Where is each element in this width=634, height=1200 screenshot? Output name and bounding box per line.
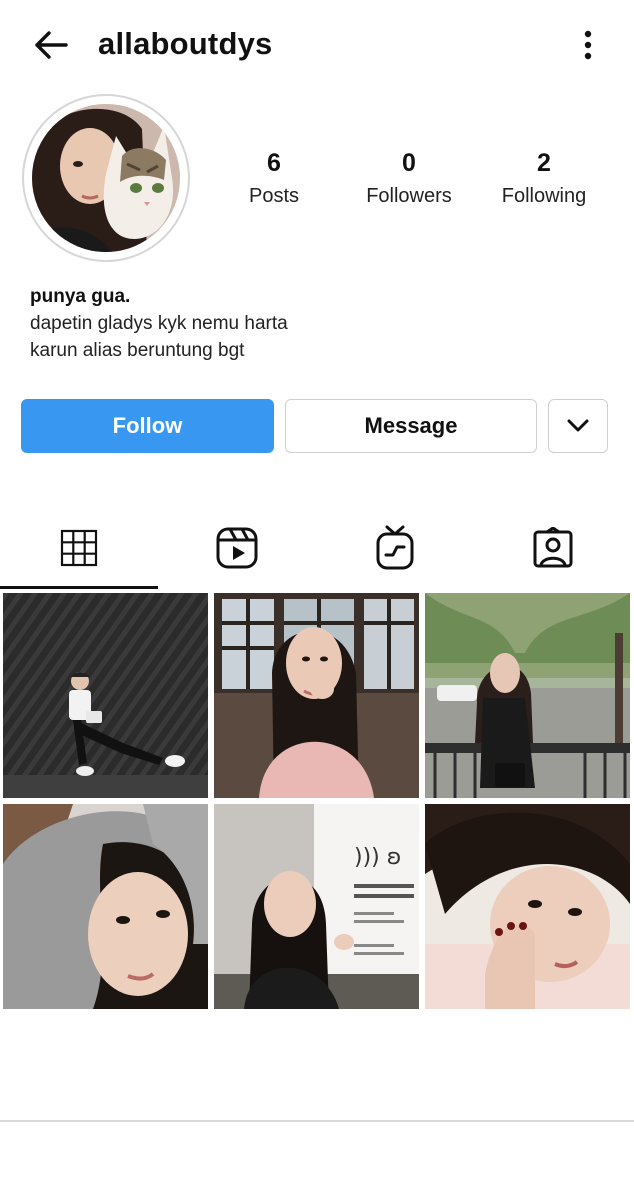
selected-tab-indicator (0, 586, 158, 589)
svg-text:))) ʚ: ))) ʚ (354, 845, 401, 870)
posts-count: 6 (267, 149, 281, 177)
tab-posts-grid[interactable] (0, 506, 158, 590)
tab-reels[interactable] (158, 506, 316, 590)
profile-tabs (0, 506, 634, 590)
profile-display-name: punya gua. (30, 286, 131, 307)
followers-stat[interactable]: 0 Followers (339, 148, 479, 210)
post-thumbnail-5[interactable]: ))) ʚ (214, 804, 419, 1009)
profile-username: allaboutdys (98, 26, 273, 61)
suggested-accounts-button[interactable] (548, 399, 608, 453)
reels-icon (216, 527, 258, 569)
bio-line: karun alias beruntung bgt (30, 340, 245, 361)
message-button[interactable]: Message (285, 399, 537, 453)
chevron-down-icon (567, 419, 589, 432)
tab-igtv[interactable] (316, 506, 474, 590)
post-thumbnail-1[interactable] (3, 593, 208, 798)
followers-count: 0 (402, 149, 416, 177)
posts-stat[interactable]: 6 Posts (204, 148, 344, 210)
post-thumbnail-6[interactable] (425, 804, 630, 1009)
back-arrow-icon[interactable] (30, 24, 72, 66)
posts-label: Posts (248, 185, 300, 207)
post-thumbnail-2[interactable] (214, 593, 419, 798)
following-stat[interactable]: 2 Following (474, 148, 614, 210)
bio-line: dapetin gladys kyk nemu harta (30, 313, 288, 334)
more-options-icon[interactable] (572, 24, 604, 66)
avatar (32, 104, 180, 252)
following-label: Following (501, 185, 587, 207)
followers-label: Followers (366, 185, 452, 207)
tagged-icon (533, 527, 573, 568)
profile-avatar-ring[interactable] (22, 94, 190, 262)
post-thumbnail-4[interactable] (3, 804, 208, 1009)
top-bar: allaboutdys (0, 0, 634, 90)
post-thumbnail-3[interactable] (425, 593, 630, 798)
bottom-divider (0, 1120, 634, 1122)
profile-bio: punya gua. dapetin gladys kyk nemu harta… (30, 284, 590, 364)
grid-icon (60, 529, 98, 567)
tab-tagged[interactable] (474, 506, 632, 590)
follow-button[interactable]: Follow (21, 399, 274, 453)
igtv-icon (376, 525, 414, 570)
following-count: 2 (537, 149, 551, 177)
